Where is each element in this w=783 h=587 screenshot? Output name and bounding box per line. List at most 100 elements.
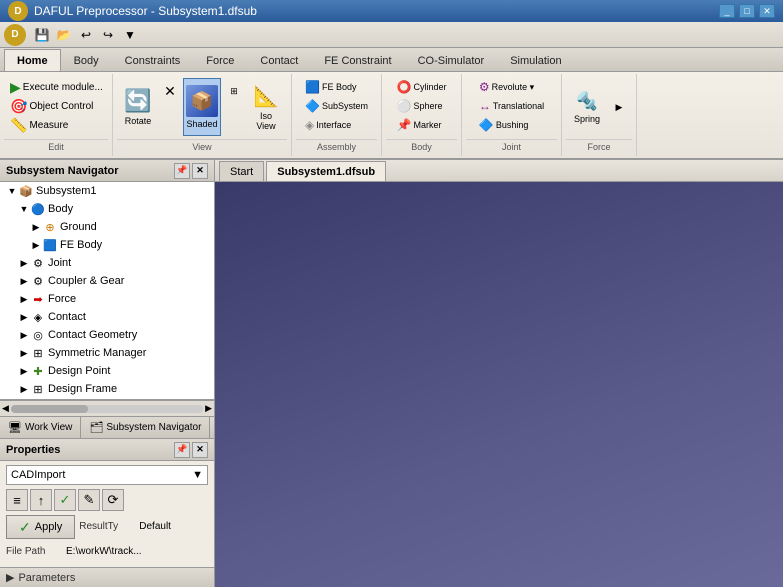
- prop-up-button[interactable]: ↑: [30, 489, 52, 511]
- navigator-hscroll[interactable]: ◀ ▶: [0, 400, 214, 416]
- window-controls[interactable]: _ □ ✕: [719, 4, 775, 18]
- tab-home[interactable]: Home: [4, 49, 61, 71]
- properties-close-button[interactable]: ✕: [192, 442, 208, 458]
- subsystem-nav-tab[interactable]: 🗂 Subsystem Navigator: [81, 417, 210, 438]
- tree-item-designpt[interactable]: ▶ ✚ Design Point: [0, 362, 214, 380]
- contact-label: Contact: [48, 311, 86, 323]
- apply-check-icon: ✓: [19, 519, 31, 536]
- joint-label: Joint: [48, 257, 71, 269]
- tree-arrow-designfr[interactable]: ▶: [18, 384, 30, 395]
- bushing-button[interactable]: 🔷Bushing: [475, 116, 548, 134]
- fe-body-button[interactable]: 🟦FE Body: [301, 78, 372, 96]
- apply-label: Apply: [35, 521, 63, 533]
- rotate-button[interactable]: 🔄 Rotate: [119, 78, 157, 136]
- tree-item-coupler[interactable]: ▶ ⚙ Coupler & Gear: [0, 272, 214, 290]
- subsystem-tab[interactable]: Subsystem1.dfsub: [266, 161, 386, 181]
- tree-item-contact[interactable]: ▶ ◈ Contact: [0, 308, 214, 326]
- prop-apply-row: ✓ Apply ResultTy Default: [6, 515, 208, 539]
- tree-arrow-ground[interactable]: ▶: [30, 222, 42, 233]
- tab-force[interactable]: Force: [193, 49, 247, 71]
- dropdown-button[interactable]: ▼: [120, 25, 140, 45]
- object-control-button[interactable]: 🎯 Object Control: [6, 97, 106, 115]
- navigator-close-button[interactable]: ✕: [192, 163, 208, 179]
- tree-item-force[interactable]: ▶ ➡ Force: [0, 290, 214, 308]
- panel-tabs: 🖥 Work View 🗂 Subsystem Navigator: [0, 416, 214, 438]
- tree-arrow-contactgeo[interactable]: ▶: [18, 330, 30, 341]
- shaded-button[interactable]: 📦 Shaded: [183, 78, 221, 136]
- tree-arrow-symmgr[interactable]: ▶: [18, 348, 30, 359]
- revolute-button[interactable]: ⚙Revolute ▾: [475, 78, 548, 96]
- tab-body[interactable]: Body: [61, 49, 112, 71]
- tab-simulation[interactable]: Simulation: [497, 49, 574, 71]
- tab-constraints[interactable]: Constraints: [112, 49, 194, 71]
- open-button[interactable]: 📂: [54, 25, 74, 45]
- ribbon-group-edit: ▶ Execute module... 🎯 Object Control 📏 M…: [0, 74, 113, 156]
- tree-arrow-joint[interactable]: ▶: [18, 258, 30, 269]
- result-type-value: Default: [139, 521, 208, 532]
- prop-edit-button[interactable]: ✎: [78, 489, 100, 511]
- prop-menu-button[interactable]: ≡: [6, 489, 28, 511]
- tab-contact[interactable]: Contact: [247, 49, 311, 71]
- apply-button[interactable]: ✓ Apply: [6, 515, 75, 539]
- ribbon: ▶ Execute module... 🎯 Object Control 📏 M…: [0, 72, 783, 160]
- navigator-pin-button[interactable]: 📌: [174, 163, 190, 179]
- tree-arrow-body[interactable]: ▼: [18, 204, 30, 214]
- tab-co-simulator[interactable]: CO-Simulator: [405, 49, 498, 71]
- contactgeo-label: Contact Geometry: [48, 329, 137, 341]
- title-bar: D DAFUL Preprocessor - Subsystem1.dfsub …: [0, 0, 783, 22]
- tree-item-contactgeo[interactable]: ▶ ◎ Contact Geometry: [0, 326, 214, 344]
- spring-button[interactable]: 🔩 Spring: [568, 78, 606, 136]
- tree-item-symmgr[interactable]: ▶ ⊞ Symmetric Manager: [0, 344, 214, 362]
- close-button[interactable]: ✕: [759, 4, 775, 18]
- force-extra-button[interactable]: ▶: [608, 78, 630, 136]
- tree-item-joint[interactable]: ▶ ⚙ Joint: [0, 254, 214, 272]
- tree-arrow-febody[interactable]: ▶: [30, 240, 42, 251]
- file-path-row: File Path E:\workW\track...: [6, 541, 208, 561]
- work-view-tab[interactable]: 🖥 Work View: [0, 417, 81, 438]
- scroll-thumb[interactable]: [11, 405, 88, 413]
- tree-item-subsystem1[interactable]: ▼ 📦 Subsystem1: [0, 182, 214, 200]
- tab-fe-constraint[interactable]: FE Constraint: [311, 49, 404, 71]
- scroll-left-btn[interactable]: ◀: [2, 403, 9, 414]
- tree-arrow-force[interactable]: ▶: [18, 294, 30, 305]
- sphere-button[interactable]: ⚪Sphere: [393, 97, 451, 115]
- parameters-section[interactable]: ▶ Parameters: [0, 567, 214, 587]
- x-button[interactable]: ✕: [159, 78, 181, 104]
- execute-module-button[interactable]: ▶ Execute module...: [6, 78, 106, 96]
- cylinder-button[interactable]: ⭕Cylinder: [393, 78, 451, 96]
- tree-item-designfr[interactable]: ▶ ⊞ Design Frame: [0, 380, 214, 398]
- designpt-label: Design Point: [48, 365, 110, 377]
- subsystem-button[interactable]: 🔷SubSystem: [301, 97, 372, 115]
- save-button[interactable]: 💾: [32, 25, 52, 45]
- tree-item-ground[interactable]: ▶ ⊕ Ground: [0, 218, 214, 236]
- designpt-icon: ✚: [30, 363, 46, 379]
- tree-arrow-coupler[interactable]: ▶: [18, 276, 30, 287]
- minimize-button[interactable]: _: [719, 4, 735, 18]
- tree-arrow-subsystem1[interactable]: ▼: [6, 186, 18, 196]
- tree-arrow-contact[interactable]: ▶: [18, 312, 30, 323]
- scroll-right-btn[interactable]: ▶: [205, 403, 212, 414]
- force-icon: ➡: [30, 291, 46, 307]
- prop-check-button[interactable]: ✓: [54, 489, 76, 511]
- tree-item-body[interactable]: ▼ 🔵 Body: [0, 200, 214, 218]
- febody-label: FE Body: [60, 239, 102, 251]
- undo-button[interactable]: ↩: [76, 25, 96, 45]
- marker-button[interactable]: 📌Marker: [393, 116, 451, 134]
- interface-button[interactable]: ◈Interface: [301, 116, 372, 134]
- grid-view-button[interactable]: ⊞: [223, 78, 245, 104]
- navigator-header: Subsystem Navigator 📌 ✕: [0, 160, 214, 182]
- type-dropdown[interactable]: CADImport ▼: [6, 465, 208, 485]
- iso-view-button[interactable]: 📐 IsoView: [247, 78, 285, 136]
- start-tab[interactable]: Start: [219, 161, 264, 181]
- redo-button[interactable]: ↪: [98, 25, 118, 45]
- coupler-label: Coupler & Gear: [48, 275, 124, 287]
- prop-refresh-button[interactable]: ⟳: [102, 489, 124, 511]
- measure-button[interactable]: 📏 Measure: [6, 116, 106, 134]
- tree-item-febody[interactable]: ▶ 🟦 FE Body: [0, 236, 214, 254]
- body-group-label: Body: [386, 139, 457, 154]
- translational-button[interactable]: ↔Translational: [475, 97, 548, 115]
- properties-pin-button[interactable]: 📌: [174, 442, 190, 458]
- tree-arrow-designpt[interactable]: ▶: [18, 366, 30, 377]
- scroll-track[interactable]: [11, 405, 203, 413]
- maximize-button[interactable]: □: [739, 4, 755, 18]
